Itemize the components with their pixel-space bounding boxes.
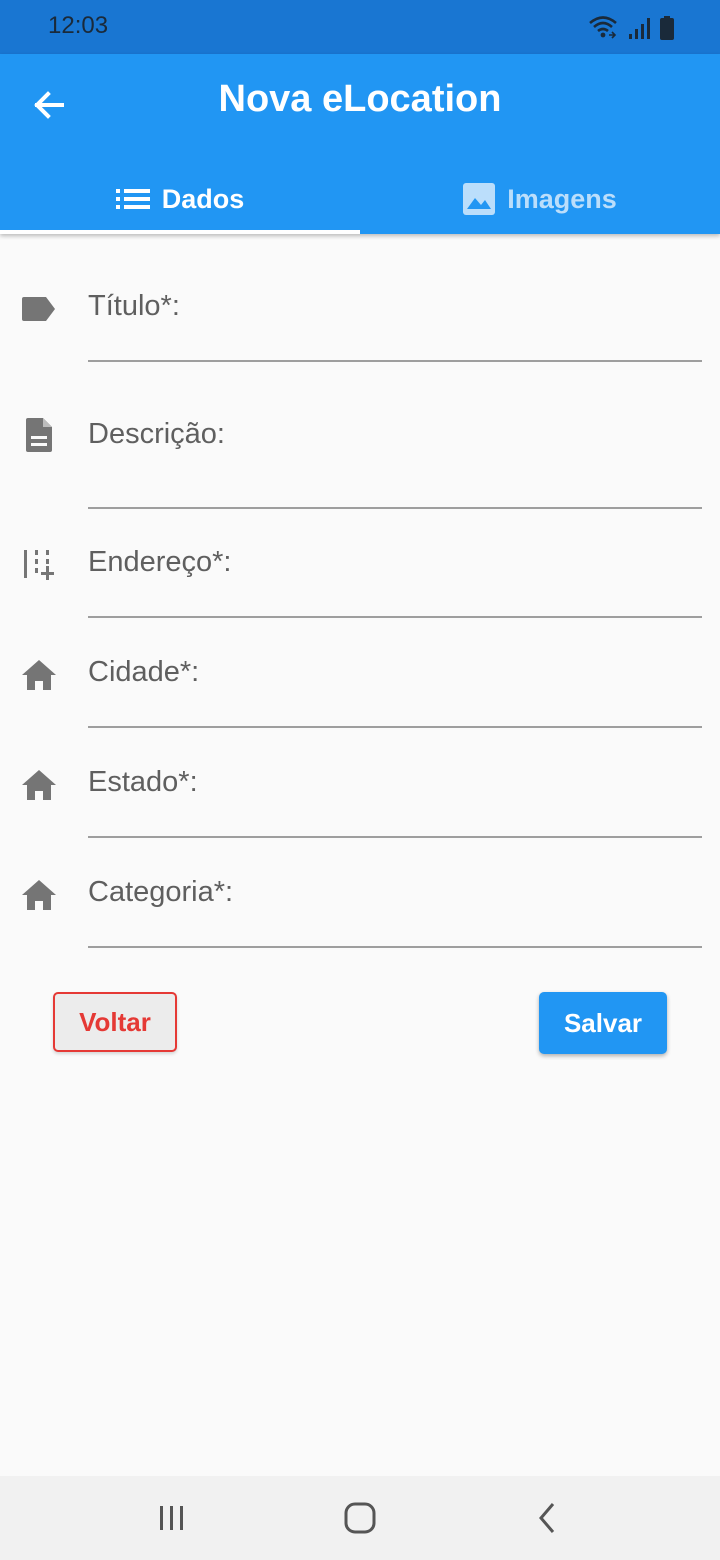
- tab-imagens-label: Imagens: [507, 183, 617, 214]
- state-field[interactable]: Estado*:: [0, 756, 720, 840]
- page-title: Nova eLocation: [218, 78, 502, 120]
- description-icon: [26, 418, 52, 452]
- city-field-underline: [88, 726, 702, 728]
- address-field[interactable]: Endereço*:: [0, 536, 720, 620]
- city-field-label: Cidade*:: [88, 656, 200, 688]
- description-field[interactable]: Descrição:: [0, 408, 720, 512]
- save-button[interactable]: Salvar: [539, 992, 667, 1054]
- home-icon: [22, 880, 56, 910]
- image-icon: [463, 183, 496, 215]
- voltar-button[interactable]: Voltar: [53, 992, 177, 1052]
- tab-imagens[interactable]: Imagens: [360, 164, 720, 234]
- status-time: 12:03: [48, 12, 109, 39]
- back-nav-icon[interactable]: [526, 1496, 570, 1540]
- tab-indicator: [0, 230, 360, 234]
- title-field-underline: [88, 360, 702, 362]
- signal-icon: [629, 18, 650, 39]
- home-icon: [22, 660, 56, 690]
- state-field-underline: [88, 836, 702, 838]
- address-field-underline: [88, 616, 702, 618]
- category-field-label: Categoria*:: [88, 876, 234, 908]
- label-tag-icon: [22, 297, 55, 321]
- system-nav-bar: [0, 1476, 720, 1560]
- screen: 12:03 Nova eLocation Dados Imagens Títul…: [0, 0, 720, 1560]
- city-field[interactable]: Cidade*:: [0, 646, 720, 730]
- category-field[interactable]: Categoria*:: [0, 866, 720, 950]
- category-field-underline: [88, 946, 702, 948]
- app-bar: Nova eLocation Dados Imagens: [0, 54, 720, 234]
- tab-dados-label: Dados: [161, 183, 245, 214]
- list-icon: [115, 189, 150, 209]
- address-field-label: Endereço*:: [88, 546, 232, 578]
- title-field-label: Título*:: [88, 290, 180, 322]
- status-bar: 12:03: [0, 0, 720, 54]
- home-nav-icon[interactable]: [338, 1496, 382, 1540]
- title-field[interactable]: Título*:: [0, 280, 720, 364]
- tab-bar: Dados Imagens: [0, 164, 720, 234]
- battery-icon: [660, 16, 674, 40]
- description-field-underline: [88, 507, 702, 509]
- wifi-icon: [589, 16, 617, 39]
- state-field-label: Estado*:: [88, 766, 198, 798]
- address-grid-icon: [24, 550, 54, 580]
- recent-apps-icon[interactable]: [150, 1496, 194, 1540]
- description-field-label: Descrição:: [88, 418, 225, 450]
- home-icon: [22, 770, 56, 800]
- status-icons: [588, 14, 674, 40]
- tab-dados[interactable]: Dados: [0, 164, 360, 234]
